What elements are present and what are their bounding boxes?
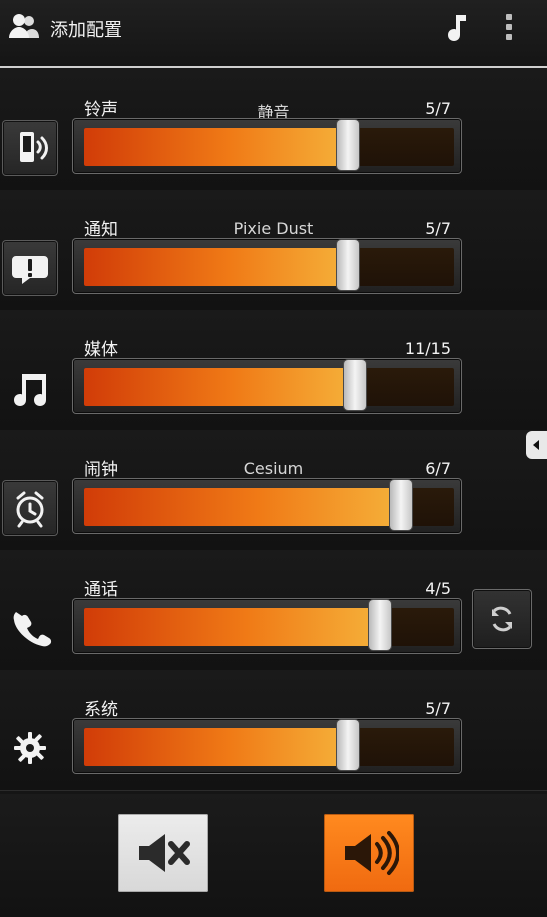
slider-fill — [84, 128, 348, 166]
volume-row: 系统 5/7 — [0, 670, 547, 791]
volume-icon — [345, 831, 399, 875]
app: 添加配置 铃声 静音 5/7 通知 Pixie Dust 5/7 媒体 11/15 闹钟 C — [0, 0, 547, 917]
overflow-menu-icon[interactable] — [501, 12, 517, 42]
music-note-icon — [8, 366, 52, 410]
slider-fill — [84, 608, 380, 646]
volume-row: 闹钟 Cesium 6/7 — [0, 430, 547, 551]
page-title: 添加配置 — [50, 20, 122, 41]
slider-thumb[interactable] — [337, 720, 359, 770]
alarm-icon[interactable] — [8, 486, 52, 530]
music-note-icon — [14, 374, 46, 406]
slider-fill — [84, 248, 348, 286]
slider-fill — [84, 728, 348, 766]
user-group-icon[interactable] — [6, 10, 40, 44]
volume-row: 通话 4/5 — [0, 550, 547, 671]
volume-row: 通知 Pixie Dust 5/7 — [0, 190, 547, 311]
settings-gear-icon — [8, 726, 52, 770]
alarm-icon — [16, 491, 44, 528]
notification-icon — [12, 256, 48, 284]
volume-level-text: 11/15 — [404, 339, 451, 358]
settings-gear-icon — [14, 732, 46, 764]
phone-icon — [8, 606, 52, 650]
slider-thumb[interactable] — [390, 480, 412, 530]
volume-row: 铃声 静音 5/7 — [0, 70, 547, 191]
bottom-actions — [0, 794, 547, 917]
topbar-divider — [0, 66, 547, 68]
chevron-left-icon — [533, 440, 539, 450]
ringer-phone-icon[interactable] — [8, 126, 52, 170]
volume-label: 媒体 — [84, 340, 118, 360]
tone-name: Cesium — [243, 459, 304, 478]
volume-row: 媒体 11/15 — [0, 310, 547, 431]
mute-button[interactable] — [118, 814, 208, 892]
notification-icon[interactable] — [8, 246, 52, 290]
volume-level-text: 5/7 — [425, 699, 451, 718]
volume-label: 通话 — [84, 580, 118, 600]
slider-fill — [84, 488, 401, 526]
slider-thumb[interactable] — [369, 600, 391, 650]
volume-level-text: 5/7 — [425, 99, 451, 118]
top-action-bar: 添加配置 — [0, 0, 547, 68]
mute-icon — [139, 834, 190, 872]
slider-thumb[interactable] — [344, 360, 366, 410]
slider-thumb[interactable] — [337, 240, 359, 290]
slider-fill — [84, 368, 355, 406]
volume-label: 系统 — [84, 700, 118, 720]
music-note-icon[interactable] — [446, 12, 472, 42]
edge-tab[interactable] — [526, 431, 547, 459]
volume-level-text: 5/7 — [425, 219, 451, 238]
phone-icon — [13, 612, 52, 647]
volume-on-button[interactable] — [324, 814, 414, 892]
sync-icon — [492, 606, 512, 632]
slider-thumb[interactable] — [337, 120, 359, 170]
sync-button[interactable] — [472, 589, 532, 649]
volume-level-text: 4/5 — [425, 579, 451, 598]
volume-level-text: 6/7 — [425, 459, 451, 478]
tone-name: Pixie Dust — [233, 219, 314, 238]
ringer-phone-icon — [20, 132, 48, 162]
